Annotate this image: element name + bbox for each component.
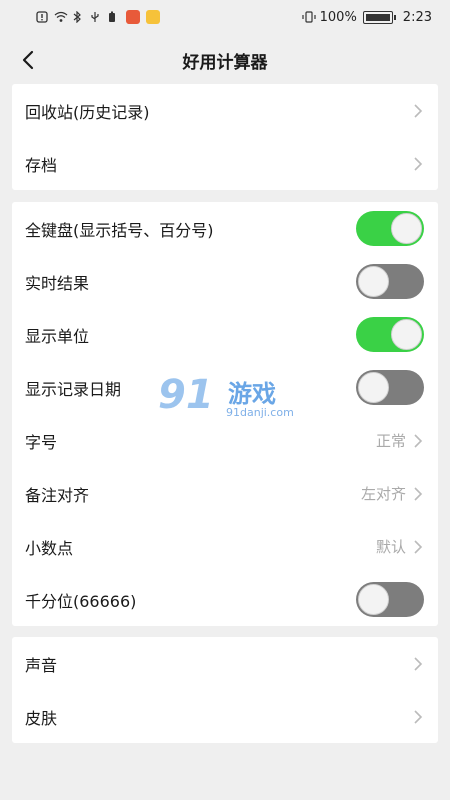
- status-icons-left: [36, 10, 160, 24]
- show-date-toggle[interactable]: [356, 370, 424, 405]
- chevron-right-icon: [414, 103, 423, 118]
- section-misc: 声音 皮肤: [12, 637, 438, 743]
- note-align-value: 左对齐: [360, 485, 406, 503]
- page-title: 好用计算器: [182, 52, 268, 73]
- header: 好用计算器: [0, 40, 450, 80]
- row-label: 小数点: [25, 538, 74, 558]
- clock: 2:23: [402, 9, 432, 25]
- row-sound[interactable]: 声音: [12, 637, 438, 690]
- battery-small-icon: [108, 11, 120, 23]
- section-settings: 全键盘(显示括号、百分号) 实时结果 显示单位 显示记录日期 字号 正常 备注对…: [12, 202, 438, 626]
- chevron-right-icon: [414, 433, 423, 448]
- status-icons-right: 100% 2:23: [302, 10, 432, 25]
- back-button[interactable]: [14, 46, 42, 74]
- section-history: 回收站(历史记录) 存档: [12, 84, 438, 190]
- chevron-left-icon: [22, 50, 34, 70]
- chevron-right-icon: [414, 709, 423, 724]
- usb-icon: [90, 11, 102, 23]
- status-bar: 100% 2:23: [0, 0, 450, 34]
- row-live-result: 实时结果: [12, 255, 438, 308]
- row-label: 回收站(历史记录): [25, 102, 150, 122]
- bluetooth-icon: [72, 10, 84, 24]
- wifi-icon: [54, 11, 68, 23]
- app-notification-icon: [126, 10, 140, 24]
- battery-percent: 100%: [319, 9, 357, 25]
- row-label: 千分位(66666): [25, 591, 137, 611]
- row-font-size[interactable]: 字号 正常: [12, 414, 438, 467]
- row-archive[interactable]: 存档: [12, 137, 438, 190]
- row-label: 显示单位: [25, 326, 90, 346]
- row-recycle-bin[interactable]: 回收站(历史记录): [12, 84, 438, 137]
- chevron-right-icon: [414, 539, 423, 554]
- row-label: 存档: [25, 155, 58, 175]
- row-label: 显示记录日期: [25, 379, 122, 399]
- full-keyboard-toggle[interactable]: [356, 211, 424, 246]
- row-label: 全键盘(显示括号、百分号): [25, 220, 214, 240]
- row-decimal[interactable]: 小数点 默认: [12, 520, 438, 573]
- decimal-value: 默认: [375, 538, 406, 556]
- row-thousands: 千分位(66666): [12, 573, 438, 626]
- font-size-value: 正常: [375, 432, 406, 450]
- row-show-unit: 显示单位: [12, 308, 438, 361]
- row-skin[interactable]: 皮肤: [12, 690, 438, 743]
- row-label: 备注对齐: [25, 485, 90, 505]
- battery-icon: [362, 10, 396, 24]
- thousands-toggle[interactable]: [356, 582, 424, 617]
- live-result-toggle[interactable]: [356, 264, 424, 299]
- row-show-date: 显示记录日期: [12, 361, 438, 414]
- chevron-right-icon: [414, 486, 423, 501]
- row-label: 皮肤: [25, 708, 58, 728]
- chevron-right-icon: [414, 156, 423, 171]
- alert-icon: [36, 11, 48, 23]
- message-notification-icon: [146, 10, 160, 24]
- chevron-right-icon: [414, 656, 423, 671]
- show-unit-toggle[interactable]: [356, 317, 424, 352]
- row-full-keyboard: 全键盘(显示括号、百分号): [12, 202, 438, 255]
- vibrate-icon: [302, 11, 316, 23]
- row-label: 实时结果: [25, 273, 90, 293]
- row-label: 字号: [25, 432, 58, 452]
- row-note-align[interactable]: 备注对齐 左对齐: [12, 467, 438, 520]
- row-label: 声音: [25, 655, 58, 675]
